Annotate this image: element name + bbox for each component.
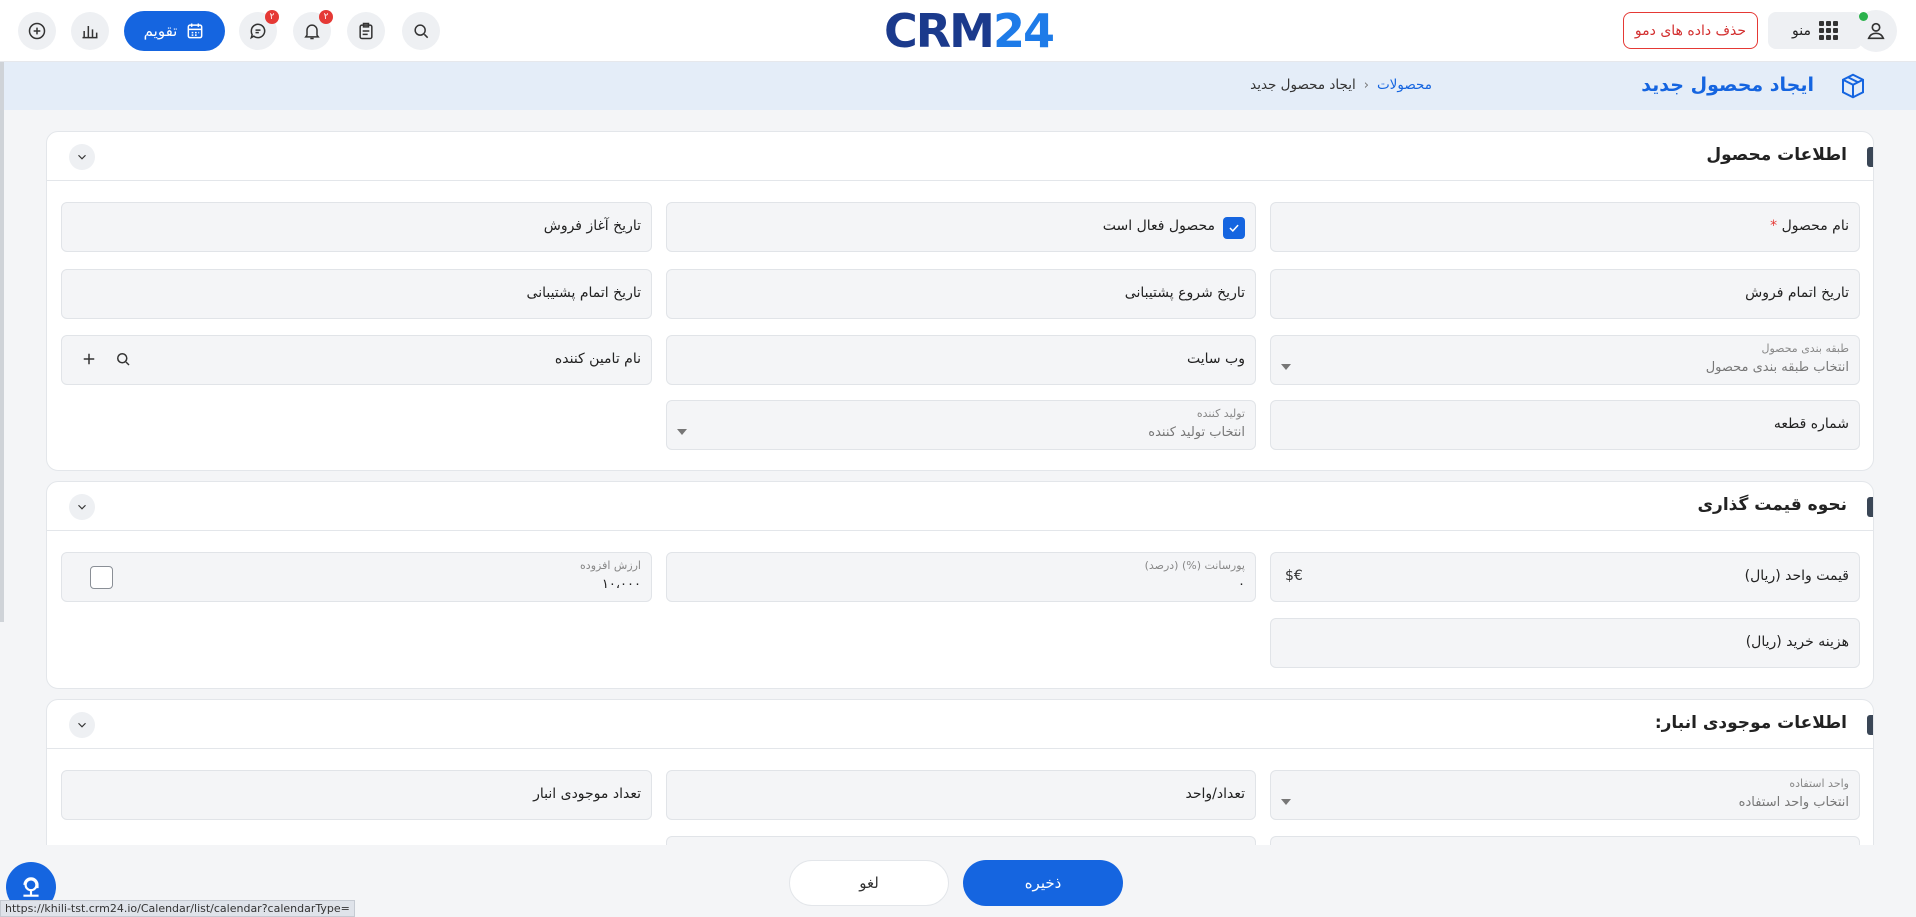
part-number-field[interactable]: شماره قطعه (1270, 400, 1860, 450)
product-active-label: محصول فعال است (1102, 218, 1215, 234)
reports-chart-icon[interactable] (71, 12, 109, 50)
calendar-button-label: تقویم (143, 22, 178, 40)
breadcrumb: محصولات ‹ ایجاد محصول جدید (1250, 77, 1432, 93)
chat-icon[interactable]: ۲ (239, 10, 279, 50)
section-title: نحوه قیمت گذاری (1697, 495, 1847, 515)
status-bar-url: https://khili-tst.crm24.io/Calendar/list… (0, 900, 355, 917)
breadcrumb-products-link[interactable]: محصولات (1377, 77, 1432, 93)
usage-unit-select[interactable]: واحد استفاده انتخاب واحد استفاده (1270, 770, 1860, 820)
product-name-field[interactable]: نام محصول * (1270, 202, 1860, 252)
tasks-clipboard-icon[interactable] (347, 12, 385, 50)
breadcrumb-chevron-icon: ‹ (1363, 77, 1369, 93)
user-icon (1867, 22, 1885, 40)
qty-per-unit-field[interactable]: تعداد/واحد (666, 770, 1256, 820)
delete-demo-data-button[interactable]: حذف داده های دمو (1623, 12, 1758, 49)
support-start-date-field[interactable]: تاریخ شروع پشتیبانی (666, 269, 1256, 319)
support-agent-icon (23, 877, 39, 897)
dropdown-caret-icon (677, 429, 687, 435)
unit-price-field[interactable]: قیمت واحد (ریال) $€ (1270, 552, 1860, 602)
checkmark-icon (1229, 224, 1239, 233)
page-header-bar (4, 62, 1916, 110)
page-title: ایجاد محصول جدید (1641, 74, 1814, 96)
add-icon[interactable] (18, 12, 56, 50)
crm24-logo: CRM24 (884, 4, 1055, 58)
support-end-date-field[interactable]: تاریخ اتمام پشتیبانی (61, 269, 652, 319)
section-header: اطلاعات محصول (47, 132, 1873, 181)
section-header: اطلاعات موجودی انبار: (47, 700, 1873, 749)
sale-start-date-field[interactable]: تاریخ آغاز فروش (61, 202, 652, 252)
collapse-chevron-icon[interactable] (69, 494, 95, 520)
chat-badge: ۲ (265, 10, 279, 24)
section-title: اطلاعات محصول (1706, 145, 1847, 165)
product-box-icon (1838, 71, 1868, 101)
scrollbar-track[interactable] (0, 62, 4, 622)
sale-end-date-field[interactable]: تاریخ اتمام فروش (1270, 269, 1860, 319)
top-bar: تقویم ۲ ۲ CRM24 حذف داده های دمو منو (0, 0, 1916, 62)
commission-field[interactable]: پورسانت (%) (درصد) ۰ (666, 552, 1256, 602)
save-button[interactable]: ذخیره (963, 860, 1123, 906)
website-field[interactable]: وب سایت (666, 335, 1256, 385)
section-title: اطلاعات موجودی انبار: (1654, 713, 1847, 733)
apps-grid-icon (1818, 21, 1838, 40)
product-category-select[interactable]: طبقه بندی محصول انتخاب طبقه بندی محصول (1270, 335, 1860, 385)
stock-quantity-field[interactable]: تعداد موجودی انبار (61, 770, 652, 820)
search-icon[interactable] (402, 12, 440, 50)
product-info-section: اطلاعات محصول نام محصول * محصول فعال است… (46, 131, 1874, 471)
pricing-section: نحوه قیمت گذاری قیمت واحد (ریال) $€ پورس… (46, 481, 1874, 689)
product-active-checkbox[interactable] (1223, 217, 1245, 239)
notification-badge: ۲ (319, 10, 333, 24)
purchase-cost-field[interactable]: هزینه خرید (ریال) (1270, 618, 1860, 668)
user-avatar-button[interactable] (1855, 10, 1897, 52)
menu-label: منو (1792, 22, 1811, 39)
product-active-field: محصول فعال است (666, 202, 1256, 252)
supplier-search-icon[interactable] (112, 350, 132, 370)
vat-checkbox[interactable] (90, 566, 113, 589)
collapse-chevron-icon[interactable] (69, 712, 95, 738)
calendar-button[interactable]: تقویم (124, 11, 225, 51)
menu-button[interactable]: منو (1768, 12, 1862, 49)
notification-bell-icon[interactable]: ۲ (293, 10, 333, 50)
supplier-add-icon[interactable] (78, 350, 98, 370)
calendar-icon (187, 23, 203, 39)
section-header: نحوه قیمت گذاری (47, 482, 1873, 531)
vat-field[interactable]: ارزش افزوده ۱۰،۰۰۰ (61, 552, 652, 602)
manufacturer-select[interactable]: تولید کننده انتخاب تولید کننده (666, 400, 1256, 450)
supplier-name-field[interactable]: نام تامین کننده (61, 335, 652, 385)
online-status-dot (1859, 12, 1868, 21)
collapse-chevron-icon[interactable] (69, 144, 95, 170)
dropdown-caret-icon (1281, 364, 1291, 370)
currency-icon[interactable]: $€ (1285, 568, 1303, 584)
breadcrumb-current: ایجاد محصول جدید (1250, 77, 1356, 93)
cancel-button[interactable]: لغو (789, 860, 949, 906)
dropdown-caret-icon (1281, 799, 1291, 805)
